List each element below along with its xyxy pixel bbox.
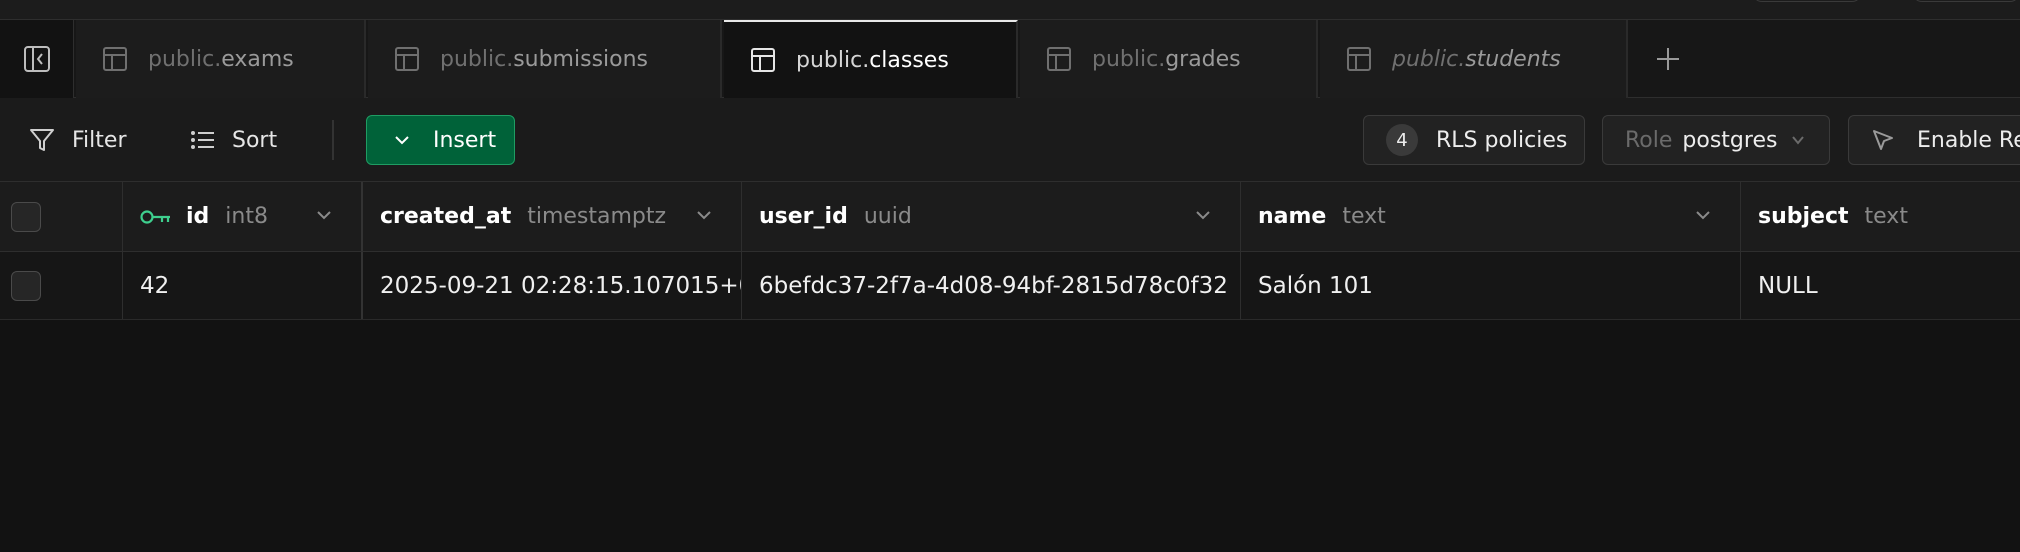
role-selector[interactable]: Role postgres (1602, 115, 1830, 165)
cell-subject[interactable]: NULL (1741, 252, 2020, 319)
filter-icon (30, 129, 54, 151)
tab-label: grades (1165, 46, 1241, 72)
enable-realtime-label: Enable Re (1917, 127, 2020, 153)
cell-user-id[interactable]: 6befdc37-2f7a-4d08-94bf-2815d78c0f32 (742, 252, 1241, 319)
table-icon (395, 47, 419, 71)
sort-button[interactable]: Sort (190, 118, 277, 162)
primary-key-icon (140, 209, 170, 224)
tab-label: students (1465, 46, 1561, 72)
tab-exams[interactable]: public. exams (76, 20, 366, 98)
chevron-down-icon (1792, 136, 1805, 145)
cell-value: 2025-09-21 02:28:15.107015+00 (380, 272, 742, 299)
tab-students[interactable]: public. students (1320, 20, 1628, 98)
tab-schema: public. (440, 46, 514, 72)
table-icon (103, 47, 127, 71)
tab-classes[interactable]: public. classes (724, 20, 1018, 98)
rls-policies-button[interactable]: 4 RLS policies (1363, 115, 1585, 165)
toolbar-divider (332, 120, 334, 160)
tab-grades[interactable]: public. grades (1020, 20, 1318, 98)
table-icon (751, 48, 775, 72)
tab-schema: public. (148, 46, 222, 72)
enable-realtime-button[interactable]: Enable Re (1848, 115, 2020, 165)
table-icon (1347, 47, 1371, 71)
tab-schema: public. (796, 47, 870, 73)
filter-label: Filter (72, 127, 127, 153)
cursor-pointer-icon (1873, 130, 1893, 150)
sidebar-collapse-icon (23, 46, 50, 72)
cell-created-at[interactable]: 2025-09-21 02:28:15.107015+00 (363, 252, 742, 319)
chevron-down-icon[interactable] (1194, 206, 1212, 224)
table-icon (1047, 47, 1071, 71)
select-all-cell (0, 182, 123, 251)
grid-header-row: id int8 created_at timestamptz user_id u… (0, 182, 2020, 252)
column-header-id[interactable]: id int8 (123, 182, 363, 251)
tab-label: submissions (513, 46, 649, 72)
column-header-subject[interactable]: subject text (1741, 182, 2020, 251)
add-tab-button[interactable] (1628, 20, 1708, 98)
column-type: uuid (863, 204, 912, 229)
top-button-partial[interactable] (1752, 0, 1862, 2)
sort-list-icon (191, 131, 214, 149)
select-all-checkbox[interactable] (11, 201, 41, 232)
top-strip (0, 0, 2020, 20)
role-value: postgres (1682, 127, 1778, 153)
role-label: Role (1625, 127, 1673, 153)
column-type: text (1864, 204, 1908, 229)
filter-button[interactable]: Filter (28, 118, 126, 162)
row-select-cell (0, 252, 123, 319)
sort-label: Sort (232, 127, 278, 153)
cell-id[interactable]: 42 (123, 252, 363, 319)
grid-empty-area (0, 320, 2020, 552)
rls-label: RLS policies (1436, 127, 1568, 153)
tab-label: classes (869, 47, 949, 73)
tab-submissions[interactable]: public. submissions (368, 20, 722, 98)
cell-value: 6befdc37-2f7a-4d08-94bf-2815d78c0f32 (759, 272, 1228, 299)
table-editor: public. exams public. submissions public. c… (0, 0, 2020, 552)
chevron-down-icon[interactable] (315, 206, 333, 224)
chevron-down-icon[interactable] (1694, 206, 1712, 224)
column-type: timestamptz (527, 204, 667, 229)
column-name: created_at (380, 204, 512, 229)
chevron-down-icon[interactable] (695, 206, 713, 224)
cell-value: NULL (1758, 272, 1818, 299)
top-button-partial[interactable] (1912, 0, 2020, 2)
column-name: user_id (759, 204, 848, 229)
tab-schema: public. (1092, 46, 1166, 72)
chevron-down-icon (395, 136, 409, 145)
tab-bar: public. exams public. submissions public. c… (0, 20, 2020, 98)
rls-count-badge: 4 (1386, 124, 1418, 156)
column-name: id (186, 204, 210, 229)
column-header-created-at[interactable]: created_at timestamptz (363, 182, 742, 251)
table-toolbar: Filter Sort Insert 4 RLS policies Role p… (0, 98, 2020, 182)
tab-label: exams (221, 46, 294, 72)
column-header-user-id[interactable]: user_id uuid (742, 182, 1241, 251)
plus-icon (1657, 48, 1679, 70)
insert-label: Insert (433, 127, 497, 153)
sidebar-toggle-button[interactable] (0, 20, 74, 98)
cell-value: 42 (140, 272, 170, 299)
column-name: name (1258, 204, 1327, 229)
tab-schema: public. (1392, 46, 1466, 72)
column-type: text (1342, 204, 1386, 229)
column-type: int8 (225, 204, 268, 229)
table-row[interactable]: 42 2025-09-21 02:28:15.107015+00 6befdc3… (0, 252, 2020, 320)
cell-name[interactable]: Salón 101 (1241, 252, 1741, 319)
column-header-name[interactable]: name text (1241, 182, 1741, 251)
row-checkbox[interactable] (11, 270, 41, 301)
insert-button[interactable]: Insert (366, 115, 515, 165)
column-name: subject (1758, 204, 1849, 229)
cell-value: Salón 101 (1258, 272, 1373, 299)
